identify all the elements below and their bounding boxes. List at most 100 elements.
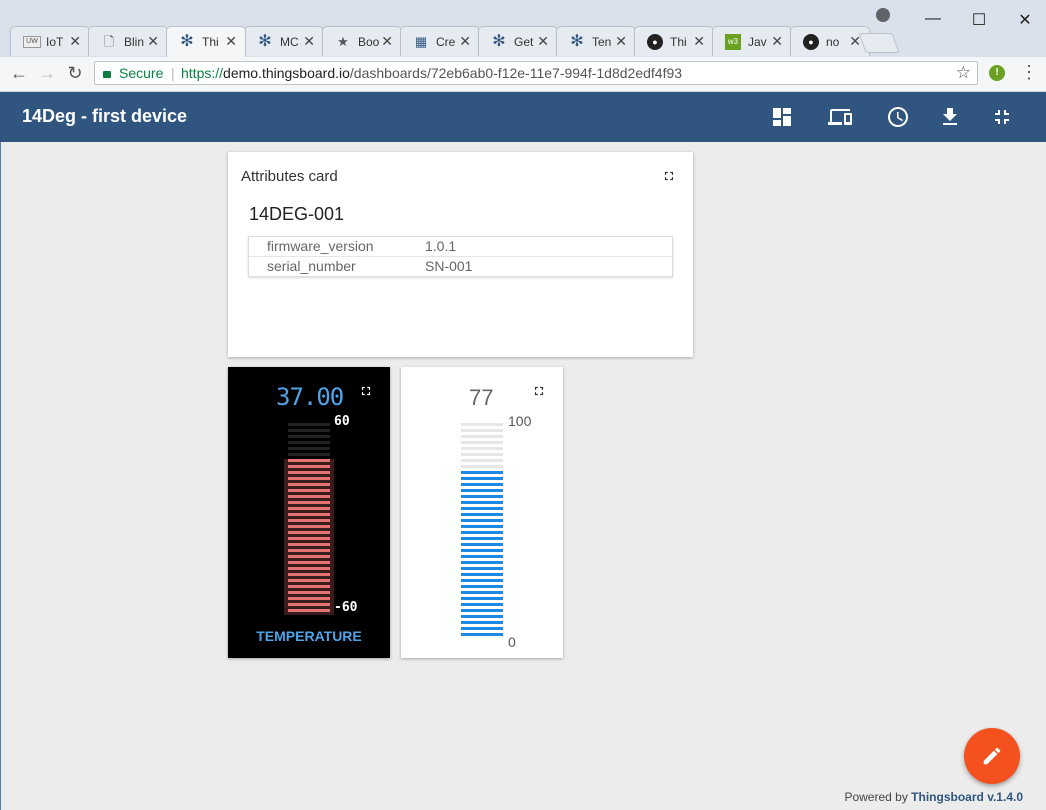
tab-4[interactable]: ✻ MC ✕ [244,26,324,56]
tab-6[interactable]: ▦ Cre ✕ [400,26,480,56]
bookmark-star-icon[interactable]: ☆ [956,63,971,83]
gauge-segment [288,459,330,462]
tab-label: no [826,35,840,49]
url-separator: | [171,65,175,81]
attributes-table: firmware_version 1.0.1 serial_number SN-… [248,236,673,277]
maximize-icon[interactable]: ☐ [964,10,994,30]
pencil-icon [983,747,1001,765]
gauge-segment [461,477,503,480]
tab-label: IoT [46,35,64,49]
gauge-segment [288,501,330,504]
attribute-key: serial_number [267,258,356,274]
gauge-segment [288,603,330,606]
attribute-value: 1.0.1 [425,238,457,254]
level-max-label: 100 [508,413,532,429]
powered-prefix: Powered by [844,790,908,804]
gauge-segment [461,537,503,540]
edit-button[interactable] [964,728,1020,784]
fullscreen-exit-icon[interactable] [990,105,1014,129]
close-icon[interactable]: ✕ [303,33,315,50]
close-icon[interactable]: ✕ [69,33,81,50]
gauge-segment [288,453,330,456]
gauge-segment [461,585,503,588]
gauge-segment [288,519,330,522]
gauge-segment [461,591,503,594]
tab-2[interactable]: 🗋 Blin ✕ [88,26,168,56]
fullscreen-icon[interactable] [359,384,373,398]
download-icon[interactable] [938,105,962,129]
tab-9[interactable]: ● Thi ✕ [634,26,714,56]
tab-1[interactable]: UW IoT ✕ [10,26,90,56]
tab-label: Get [514,35,534,49]
gauge-segment [288,597,330,600]
gauge-segment [288,465,330,468]
tab-label: MC [280,35,299,49]
tab-label: Thi [670,35,687,49]
temperature-value: 37.00 [276,383,344,411]
close-icon[interactable]: ✕ [615,33,627,50]
github-icon: ● [803,34,819,50]
address-bar[interactable]: Secure | https://demo.thingsboard.io/das… [94,61,978,85]
gauge-segment [461,501,503,504]
brand-link[interactable]: Thingsboard [911,790,984,804]
lock-icon [103,71,111,78]
tab-11[interactable]: ● no ✕ [790,26,870,56]
clock-icon[interactable] [886,105,910,129]
devices-icon[interactable] [828,105,852,129]
gauge-segment [461,423,503,426]
close-icon[interactable]: ✕ [459,33,471,50]
page-icon: 🗋 [103,34,115,49]
forward-arrow-icon[interactable]: → [36,63,58,84]
fullscreen-icon[interactable] [662,169,676,183]
gauge-segment [461,579,503,582]
gauge-segment [461,519,503,522]
dashboard-title: 14Deg - first device [22,106,188,126]
close-icon[interactable]: ✕ [225,33,237,50]
window-close-icon[interactable]: ✕ [1010,10,1040,30]
tab-3-active[interactable]: ✻ Thi ✕ [166,26,246,57]
browser-menu-icon[interactable]: ⋮ [1020,62,1038,83]
gauge-segment [461,621,503,624]
gauge-segment [461,597,503,600]
fullscreen-icon[interactable] [532,384,546,398]
tab-8[interactable]: ✻ Ten ✕ [556,26,636,56]
gauge-segment [461,549,503,552]
temperature-min-label: -60 [334,600,358,615]
close-icon[interactable]: ✕ [693,33,705,50]
gauge-segment [288,513,330,516]
browser-toolbar: ← → ↻ Secure | https://demo.thingsboard.… [0,57,1046,92]
profile-icon[interactable] [876,8,890,22]
close-icon[interactable]: ✕ [381,33,393,50]
gauge-segment [461,531,503,534]
gauge-segment [288,507,330,510]
tab-7[interactable]: ✻ Get ✕ [478,26,558,56]
url-text[interactable]: https://demo.thingsboard.io/dashboards/7… [181,65,682,81]
reload-icon[interactable]: ↻ [64,63,86,84]
gauge-segment [288,549,330,552]
minimize-icon[interactable]: — [918,10,948,28]
close-icon[interactable]: ✕ [147,33,159,50]
tab-5[interactable]: ★ Boo ✕ [322,26,402,56]
back-arrow-icon[interactable]: ← [8,63,30,84]
close-icon[interactable]: ✕ [537,33,549,50]
temperature-label: TEMPERATURE [256,628,362,644]
secure-indicator[interactable]: Secure [103,65,163,81]
secure-label: Secure [119,65,164,81]
window-edge [0,142,1,810]
tab-10[interactable]: w3 Jav ✕ [712,26,792,56]
github-icon: ● [647,34,663,50]
temperature-max-label: 60 [334,414,350,429]
extension-icon[interactable]: ! [989,65,1005,81]
gauge-segment [288,525,330,528]
gauge-segment [461,555,503,558]
gauge-segment [288,585,330,588]
tab-label: Blin [124,35,145,49]
attributes-card: Attributes card 14DEG-001 firmware_versi… [228,152,693,357]
close-icon[interactable]: ✕ [771,33,783,50]
extension-label: ! [995,67,999,78]
gauge-segment [288,567,330,570]
gauge-segment [461,471,503,474]
new-tab-button[interactable] [858,33,900,53]
dashboard-layout-icon[interactable] [770,105,794,129]
gauge-segment [461,435,503,438]
